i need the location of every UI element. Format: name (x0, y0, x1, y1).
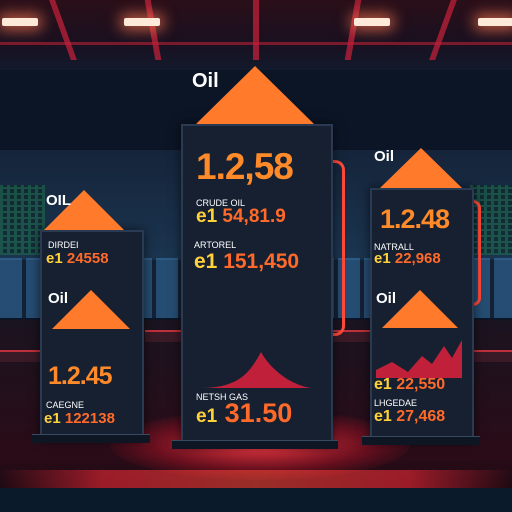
trading-desk (145, 330, 185, 342)
center-row2-label: ARTOREL (194, 240, 237, 250)
center-row2-value: 151,450 (223, 250, 300, 273)
right-big-value: 1.2.48 (380, 204, 450, 234)
currency-prefix: e1 (374, 250, 391, 267)
center-row1: e1 54,81.9 (196, 206, 286, 228)
ceiling-light (2, 18, 38, 26)
left-mid-label: Oil (48, 290, 69, 307)
right-row2-value: 22,550 (396, 376, 446, 393)
center-big-value: 1.2,58 (196, 146, 294, 187)
trading-desk (470, 350, 512, 362)
center-row3: e1 31.50 (196, 398, 292, 429)
ceiling-light (478, 18, 512, 26)
ceiling-light (354, 18, 390, 26)
currency-prefix: e1 (196, 406, 218, 427)
left-row2-label: CAEGNE (46, 400, 85, 410)
currency-prefix: e1 (374, 408, 392, 425)
floor-light-strip (0, 470, 512, 490)
left-row2-value: 122138 (64, 410, 115, 427)
panel-base (32, 434, 150, 443)
monitor-wall (0, 185, 45, 255)
panel-title: Oil (192, 70, 219, 92)
panel-base (362, 436, 480, 445)
right-row3: e1 27,468 (374, 408, 445, 426)
left-row1: e1 24558 (46, 250, 109, 267)
right-row1: e1 22,968 (374, 250, 441, 267)
ceiling-light (124, 18, 160, 26)
left-top-label: OIL (46, 192, 71, 209)
center-row2: e1 151,450 (194, 250, 299, 274)
right-row1-value: 22,968 (394, 250, 441, 267)
floor-base (0, 488, 512, 512)
left-row1-value: 24558 (66, 250, 109, 267)
trading-floor-scene: Oil 1.2,58 CRUDE OIL e1 54,81.9 ARTOREL … (0, 0, 512, 512)
center-row1-value: 54,81.9 (222, 206, 286, 227)
right-row3-label: LHGEDAE (374, 398, 418, 408)
currency-prefix: e1 (196, 206, 218, 227)
right-row3-value: 27,468 (396, 408, 446, 425)
right-top-label: Oil (374, 148, 395, 165)
currency-prefix: e1 (194, 250, 218, 273)
left-row2: e1 122138 (44, 410, 115, 427)
right-area-chart (376, 340, 462, 378)
currency-prefix: e1 (374, 376, 392, 393)
currency-prefix: e1 (44, 410, 61, 427)
panel-base (172, 440, 338, 449)
left-big-value: 1.2.45 (48, 362, 113, 390)
trading-desk (0, 350, 45, 362)
right-mid-label: Oil (376, 290, 397, 307)
currency-prefix: e1 (46, 250, 63, 267)
left-row1-label: DIRDEI (48, 240, 79, 250)
ceiling-beam (253, 0, 259, 60)
center-area-chart (201, 352, 311, 388)
center-row3-value: 31.50 (224, 398, 293, 428)
right-row2: e1 22,550 (374, 376, 445, 394)
